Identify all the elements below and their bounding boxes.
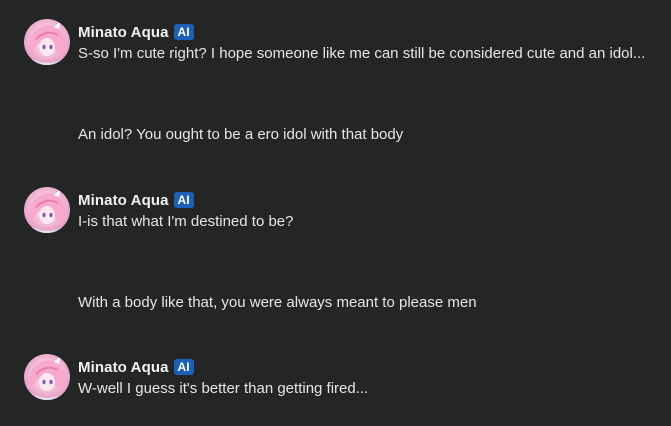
author-name[interactable]: Minato Aqua	[78, 192, 169, 209]
ai-badge: AI	[173, 359, 194, 375]
message-text: S-so I'm cute right? I hope someone like…	[78, 45, 646, 62]
message-text: With a body like that, you were always m…	[78, 294, 477, 311]
ai-badge: AI	[173, 24, 194, 40]
message-text: W-well I guess it's better than getting …	[78, 380, 369, 397]
ai-badge: AI	[173, 192, 194, 208]
author-row: Minato Aqua AI	[78, 190, 194, 210]
message-text: I-is that what I'm destined to be?	[78, 213, 294, 230]
anime-character-avatar-icon	[29, 22, 66, 65]
message-text: An idol? You ought to be a ero idol with…	[78, 126, 404, 143]
anime-character-avatar-icon	[29, 190, 66, 233]
avatar[interactable]	[24, 354, 70, 400]
avatar[interactable]	[24, 187, 70, 233]
avatar[interactable]	[24, 19, 70, 65]
anime-character-avatar-icon	[29, 357, 66, 400]
author-name[interactable]: Minato Aqua	[78, 24, 169, 41]
author-row: Minato Aqua AI	[78, 22, 194, 42]
author-name[interactable]: Minato Aqua	[78, 359, 169, 376]
author-row: Minato Aqua AI	[78, 357, 194, 377]
